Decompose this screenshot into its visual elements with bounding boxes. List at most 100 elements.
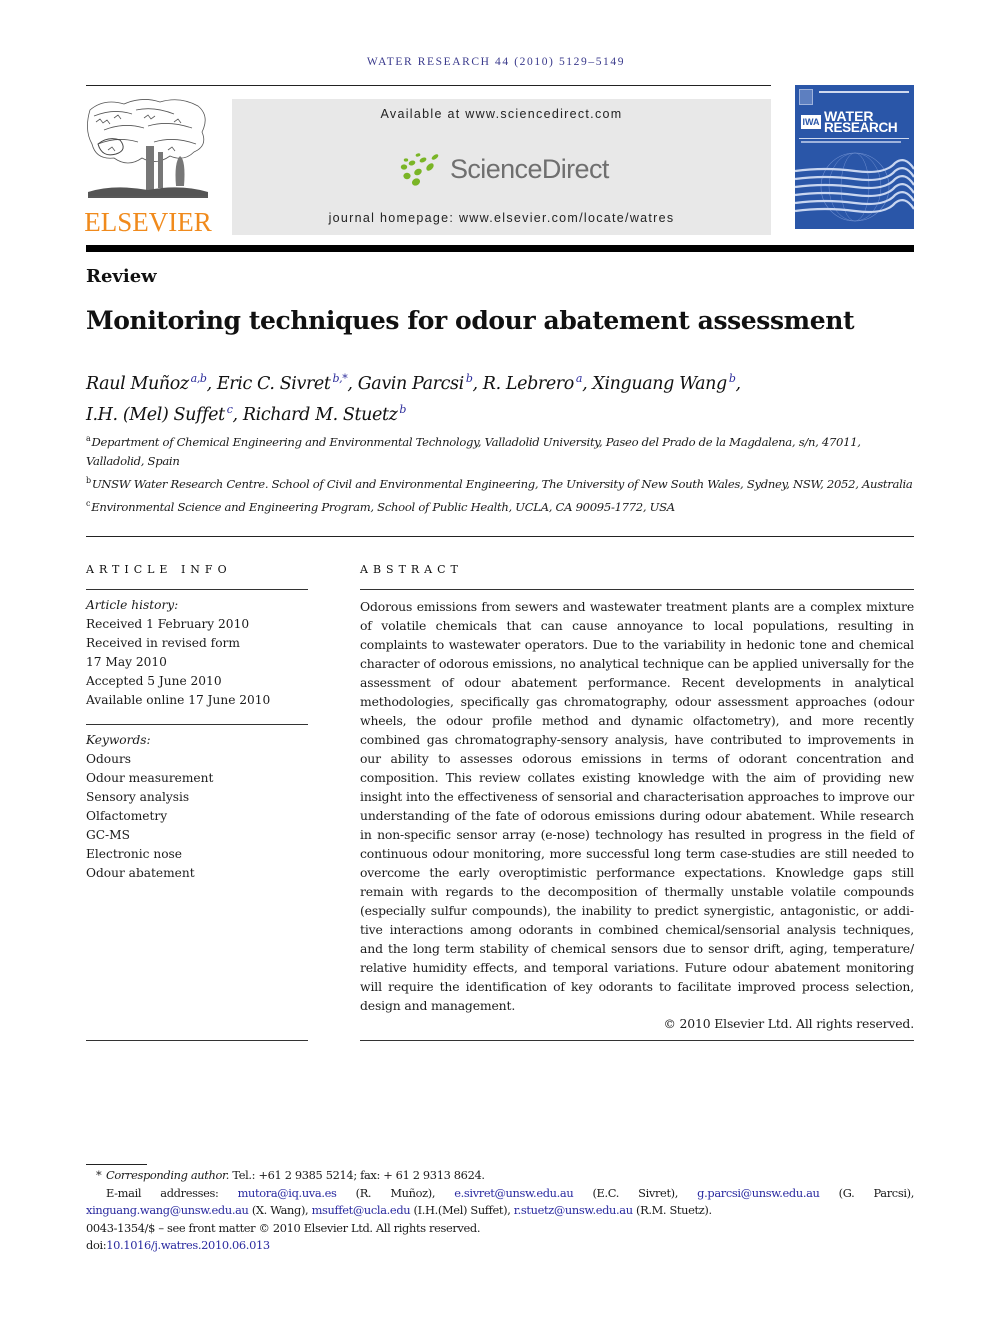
author[interactable]: I.H. (Mel) Suffet c [86,403,233,425]
author-name: I.H. (Mel) Suffet [86,405,225,425]
article-info-rule [86,589,308,590]
email-addresses: E-mail addresses: mutora@iq.uva.es (R. M… [86,1185,914,1220]
author-separator: , [206,374,217,394]
author[interactable]: R. Lebrero a [482,372,583,394]
keyword: Sensory analysis [86,790,190,804]
title-block-rule [86,536,914,537]
article-type: Review [86,266,157,287]
email-owner: (X. Wang), [248,1203,312,1217]
doi-prefix: doi: [86,1238,107,1252]
abstract-rule [360,589,914,590]
sciencedirect-dots-icon [400,153,439,186]
author-name: Raul Muñoz [86,374,189,394]
doi-line: doi:10.1016/j.watres.2010.06.013 [86,1237,914,1255]
cover-rule [799,138,909,139]
journal-homepage-link[interactable]: journal homepage: www.elsevier.com/locat… [232,211,771,225]
author-name: R. Lebrero [482,374,575,394]
abstract-text: Odorous emissions from sewers and wastew… [360,599,914,1013]
corresponding-author-label: Corresponding author. [106,1168,230,1182]
email-link[interactable]: g.parcsi@unsw.edu.au [697,1186,820,1200]
doi-link[interactable]: 10.1016/j.watres.2010.06.013 [106,1238,270,1252]
author-name: Eric C. Sivret [216,374,331,394]
author[interactable]: Xinguang Wang b [592,372,736,394]
cover-top-strip [819,91,909,93]
cover-publisher-icon [799,89,813,105]
header-thick-rule [86,245,914,252]
abstract-heading: ABSTRACT [360,563,463,576]
history-item: Received 1 February 2010 [86,617,250,631]
sciencedirect-logo[interactable]: ScienceDirect [398,149,609,189]
elsevier-logo[interactable]: ELSEVIER [84,96,212,238]
email-link[interactable]: e.sivret@unsw.edu.au [454,1186,573,1200]
article-history: Article history: Received 1 February 201… [86,596,308,710]
keyword: Electronic nose [86,847,182,861]
keyword: GC-MS [86,828,131,842]
keyword: Olfactometry [86,809,168,823]
cover-globe-waves-icon [795,152,914,234]
history-item: Available online 17 June 2010 [86,693,271,707]
author-name: Xinguang Wang [592,374,727,394]
journal-cover[interactable]: IWA WATER RESEARCH [795,85,914,234]
article-title: Monitoring techniques for odour abatemen… [86,306,855,335]
article-history-label: Article history: [86,598,179,612]
affiliation-text: Environmental Science and Engineering Pr… [91,500,675,514]
keyword: Odour measurement [86,771,214,785]
affiliation-text: UNSW Water Research Centre. School of Ci… [91,477,913,491]
keyword: Odours [86,752,132,766]
affiliation: bUNSW Water Research Centre. School of C… [86,471,914,494]
corresponding-author-note: * Corresponding author. Tel.: +61 2 9385 … [86,1167,914,1185]
contact-numbers: Tel.: +61 2 9385 5214; fax: + 61 2 9313 … [229,1168,485,1182]
article-info-heading: ARTICLE INFO [86,563,232,576]
abstract-copyright: © 2010 Elsevier Ltd. All rights reserved… [663,1016,915,1031]
author-separator: , [472,374,483,394]
affiliation: aDepartment of Chemical Engineering and … [86,429,914,471]
author[interactable]: Eric C. Sivret b,* [216,372,348,394]
email-label: E-mail addresses: [106,1185,238,1200]
author-separator: , [232,405,243,425]
author-list: Raul Muñoz a,b, Eric C. Sivret b,*, Gavin … [86,366,916,428]
email-owner: (G. Parcsi), [819,1185,915,1200]
elsevier-tree-icon [87,99,208,198]
email-link[interactable]: msuffet@ucla.edu [312,1203,411,1217]
email-owner: (R. Muñoz), [336,1185,455,1200]
footnotes: * Corresponding author. Tel.: +61 2 9385 … [86,1167,914,1255]
header-rule [86,85,771,86]
cover-subtitle [801,141,901,143]
keyword: Odour abatement [86,866,195,880]
affiliation-key: b [86,476,91,485]
author-name: Gavin Parcsi [357,374,465,394]
keywords-rule [86,724,308,725]
footnote-marker: * [96,1168,102,1182]
history-item: Received in revised form [86,636,240,650]
footnote-rule [86,1164,147,1165]
author[interactable]: Richard M. Stuetz b [242,403,407,425]
affiliation-text: Department of Chemical Engineering and E… [86,435,861,468]
author-affiliation-ref[interactable]: b [399,403,406,416]
affiliation-key: a [86,434,91,443]
author-affiliation-ref[interactable]: b,* [333,372,348,385]
elsevier-wordmark: ELSEVIER [84,207,212,237]
email-link[interactable]: r.stuetz@unsw.edu.au [514,1203,633,1217]
article-info-bottom-rule [86,1040,308,1041]
affiliation: cEnvironmental Science and Engineering P… [86,494,914,517]
author-affiliation-ref[interactable]: b [729,372,736,385]
email-link[interactable]: xinguang.wang@unsw.edu.au [86,1203,249,1217]
author[interactable]: Gavin Parcsi b [357,372,473,394]
history-item: 17 May 2010 [86,655,167,669]
author[interactable]: Raul Muñoz a,b [86,372,207,394]
email-owner: (E.C. Sivret), [573,1185,698,1200]
affiliation-key: c [86,499,91,508]
email-owner: (I.H.(Mel) Suffet), [410,1203,514,1217]
email-owner: (R.M. Stuetz). [632,1203,712,1217]
cover-title-line2: RESEARCH [824,120,898,135]
abstract-bottom-rule [360,1040,914,1041]
author-name: Richard M. Stuetz [242,405,398,425]
keywords: Keywords: Odours Odour measurement Senso… [86,731,308,883]
journal-reference: WATER RESEARCH 44 (2010) 5129–5149 [366,56,626,68]
affiliations: aDepartment of Chemical Engineering and … [86,429,914,517]
author-separator: , [582,374,593,394]
author-affiliation-ref[interactable]: a,b [191,372,207,385]
front-matter-note: 0043-1354/$ – see front matter © 2010 El… [86,1220,481,1235]
email-link[interactable]: mutora@iq.uva.es [238,1186,337,1200]
available-at-link[interactable]: Available at www.sciencedirect.com [232,107,771,121]
